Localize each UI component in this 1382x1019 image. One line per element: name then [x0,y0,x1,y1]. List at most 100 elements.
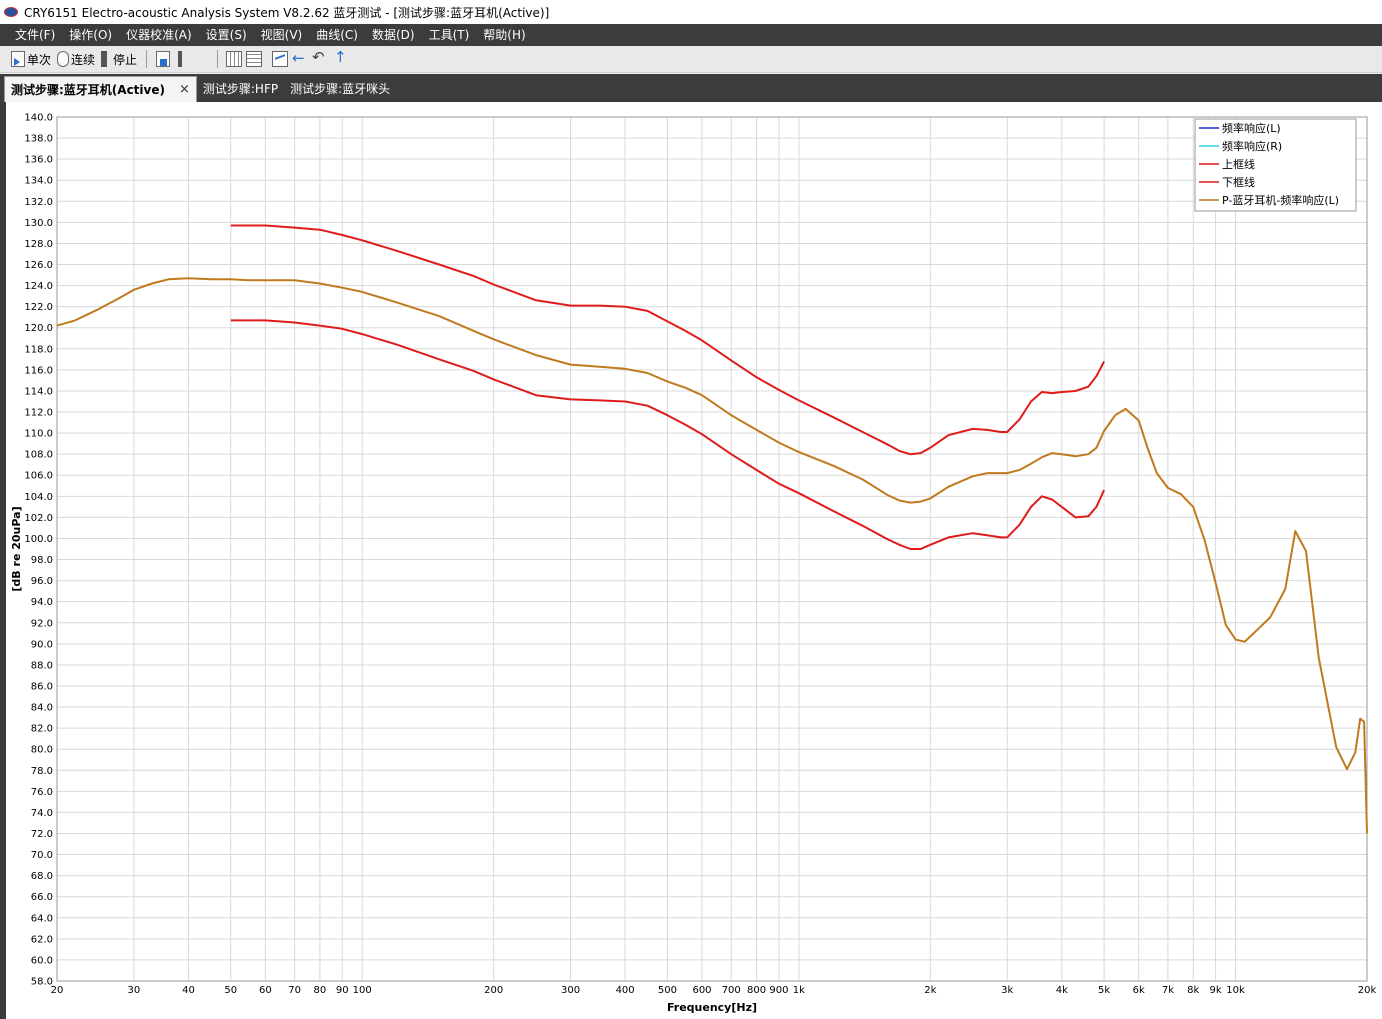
y-tick-label: 140.0 [24,113,53,124]
x-tick-label: 300 [561,985,580,996]
back-arrow-icon[interactable] [292,49,308,67]
toolbar: 单次 连续 停止 [0,46,1382,73]
x-tick-label: 1k [793,985,805,996]
chart-background [6,102,1382,1019]
y-tick-label: 98.0 [31,555,53,566]
window-title: CRY6151 Electro-acoustic Analysis System… [24,5,550,20]
tab-label: 测试步骤:HFP [202,82,279,96]
play-icon [11,51,25,67]
close-icon[interactable]: × [179,77,190,103]
save-button[interactable] [153,48,187,70]
x-axis-title: Frequency[Hz] [667,1001,757,1014]
y-tick-label: 126.0 [24,260,53,271]
menu-settings[interactable]: 设置(S) [199,24,254,46]
application-window: CRY6151 Electro-acoustic Analysis System… [0,0,1382,1019]
legend-entry[interactable]: P-蓝牙耳机-频率响应(L) [1222,193,1339,207]
y-tick-label: 72.0 [31,829,53,840]
menu-curve[interactable]: 曲线(C) [309,24,365,46]
tab-label: 测试步骤:蓝牙咪头 [290,82,391,96]
x-tick-label: 60 [259,985,272,996]
y-tick-label: 88.0 [31,660,53,671]
tab-hfp[interactable]: 测试步骤:HFP [197,76,284,102]
menu-operation[interactable]: 操作(O) [62,24,119,46]
export-arrow-icon[interactable] [332,48,348,67]
legend-entry[interactable]: 下框线 [1222,175,1255,189]
menu-view[interactable]: 视图(V) [254,24,310,46]
x-tick-label: 20k [1358,985,1377,996]
y-tick-label: 70.0 [31,850,53,861]
y-tick-label: 68.0 [31,871,53,882]
title-bar: CRY6151 Electro-acoustic Analysis System… [0,0,1382,24]
y-tick-label: 76.0 [31,787,53,798]
tab-label: 测试步骤:蓝牙耳机(Active) [11,82,165,97]
y-tick-label: 74.0 [31,808,53,819]
y-tick-label: 136.0 [24,155,53,166]
single-run-label: 单次 [27,52,52,67]
y-tick-label: 116.0 [24,365,53,376]
menu-instrument-calibration[interactable]: 仪器校准(A) [119,24,199,46]
y-tick-label: 78.0 [31,766,53,777]
grid-x-icon[interactable] [226,51,243,67]
menu-file[interactable]: 文件(F) [8,24,62,46]
y-tick-label: 132.0 [24,197,53,208]
undo-arrow-icon[interactable] [312,48,328,67]
y-tick-label: 100.0 [24,534,53,545]
y-tick-label: 66.0 [31,892,53,903]
y-tick-label: 80.0 [31,745,53,756]
x-tick-label: 50 [224,985,237,996]
grid-y-icon[interactable] [246,51,263,67]
y-tick-label: 130.0 [24,218,53,229]
single-run-button[interactable]: 单次 [8,48,54,70]
menu-data[interactable]: 数据(D) [365,24,422,46]
tab-bluetooth-mic[interactable]: 测试步骤:蓝牙咪头 [284,76,396,102]
x-tick-label: 4k [1056,985,1068,996]
y-tick-label: 106.0 [24,471,53,482]
stop-button[interactable]: 停止 [98,48,140,70]
x-tick-label: 800 [747,985,766,996]
y-tick-label: 138.0 [24,134,53,145]
x-tick-label: 5k [1098,985,1110,996]
x-tick-label: 30 [128,985,141,996]
stop-icon [101,51,108,67]
menu-help[interactable]: 帮助(H) [476,24,532,46]
y-tick-label: 114.0 [24,386,53,397]
continuous-run-button[interactable]: 连续 [54,48,98,70]
y-tick-label: 124.0 [24,281,53,292]
toolbar-separator [217,50,219,68]
x-tick-label: 9k [1209,985,1221,996]
y-tick-label: 60.0 [31,955,53,966]
continuous-run-label: 连续 [71,52,96,67]
legend: 频率响应(L) 频率响应(R) 上框线下框线 P-蓝牙耳机-频率响应(L) [1194,118,1357,212]
y-tick-label: 128.0 [24,239,53,250]
chart-icon[interactable] [272,51,289,67]
cylinder-icon [57,51,70,67]
y-tick-label: 82.0 [31,724,53,735]
y-tick-label: 108.0 [24,450,53,461]
y-tick-label: 112.0 [24,408,53,419]
y-tick-label: 102.0 [24,513,53,524]
y-tick-label: 120.0 [24,323,53,334]
y-tick-label: 104.0 [24,492,53,503]
x-tick-label: 700 [722,985,741,996]
x-tick-label: 90 [336,985,349,996]
x-tick-label: 20 [51,985,64,996]
y-tick-label: 86.0 [31,681,53,692]
y-tick-label: 92.0 [31,618,53,629]
x-tick-label: 900 [769,985,788,996]
y-tick-label: 94.0 [31,597,53,608]
x-tick-label: 2k [924,985,936,996]
menu-tools[interactable]: 工具(T) [422,24,477,46]
x-tick-label: 40 [182,985,195,996]
y-tick-label: 84.0 [31,703,53,714]
legend-entry[interactable]: 频率响应(R) [1222,139,1282,153]
tab-bluetooth-headset[interactable]: 测试步骤:蓝牙耳机(Active) × [4,76,197,102]
y-tick-label: 110.0 [24,429,53,440]
legend-entry[interactable]: 上框线 [1222,157,1255,171]
frequency-response-chart[interactable]: 58.060.062.064.066.068.070.072.074.076.0… [0,102,1382,1019]
stop-label: 停止 [113,52,138,67]
x-tick-label: 600 [692,985,711,996]
legend-entry[interactable]: 频率响应(L) [1222,121,1281,135]
y-tick-label: 62.0 [31,934,53,945]
x-tick-label: 80 [314,985,327,996]
x-tick-label: 6k [1133,985,1145,996]
